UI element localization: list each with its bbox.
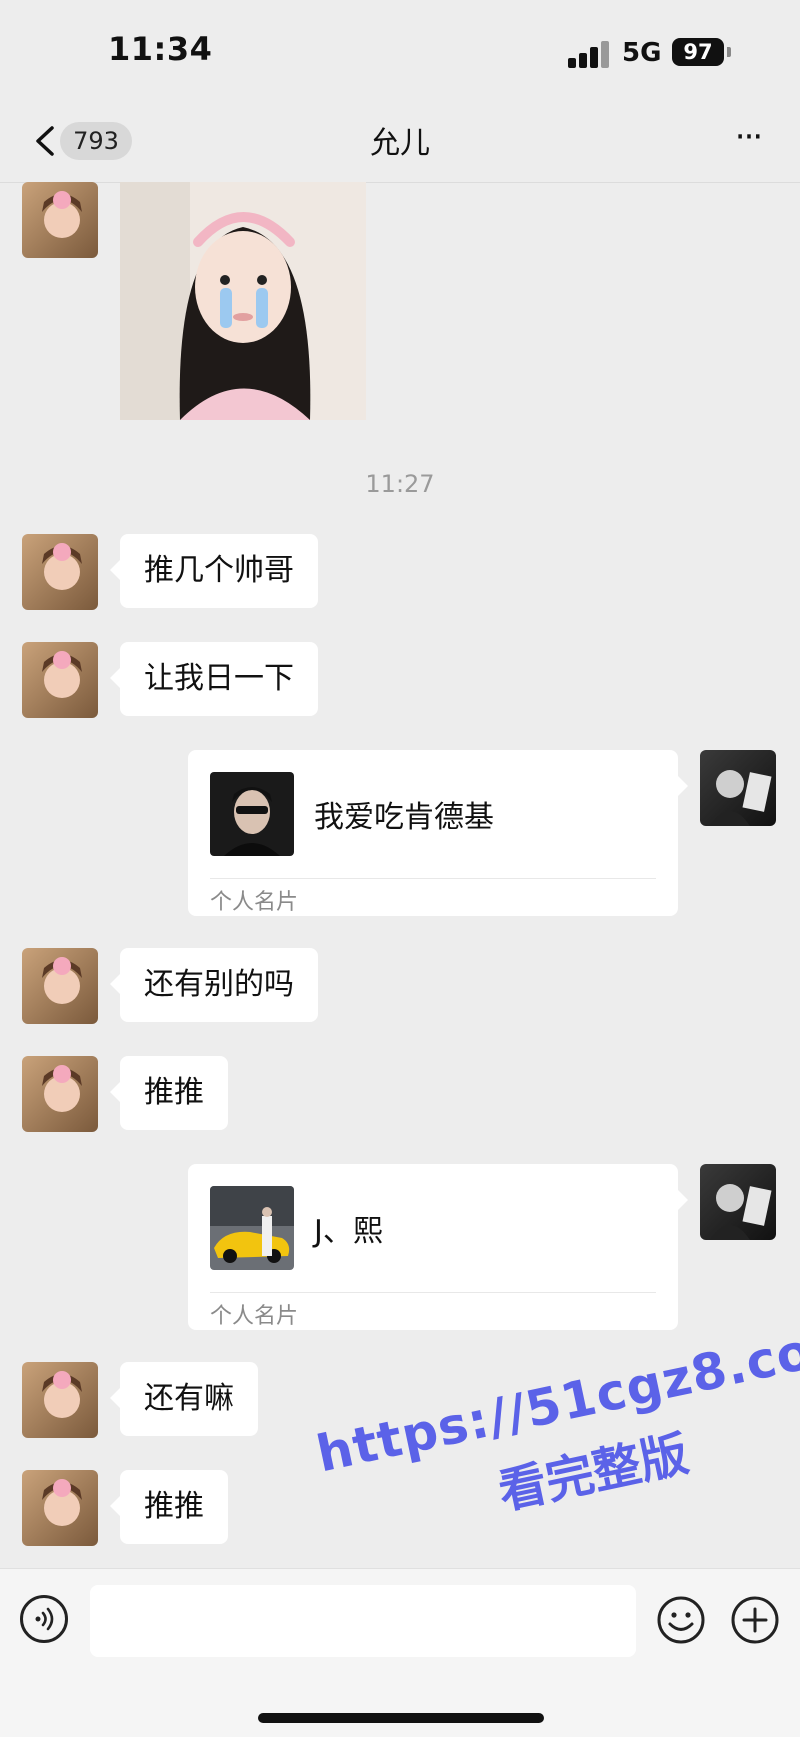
text-message[interactable]: 推几个帅哥: [110, 534, 318, 608]
voice-input-button[interactable]: [20, 1595, 68, 1643]
text-message[interactable]: 推推: [110, 1056, 228, 1130]
contact-avatar[interactable]: [22, 1470, 98, 1546]
contact-avatar[interactable]: [22, 182, 98, 258]
contact-card-message[interactable]: J、熙 个人名片: [188, 1164, 688, 1330]
image-message[interactable]: [120, 182, 366, 420]
emoji-icon: [657, 1596, 705, 1644]
card-contact-name: J、熙: [314, 1214, 383, 1249]
more-actions-button[interactable]: [730, 1595, 780, 1645]
battery-cap: [727, 47, 731, 57]
card-avatar: [210, 772, 294, 856]
watermark-text: 看完整版: [493, 1425, 694, 1521]
input-bar: [0, 1568, 800, 1737]
my-avatar[interactable]: [700, 1164, 776, 1240]
battery-icon: 97: [672, 38, 724, 66]
text-message[interactable]: 推推: [110, 1470, 228, 1544]
my-avatar[interactable]: [700, 750, 776, 826]
watermark-url: https://51cgz8.com: [311, 1310, 800, 1484]
text-message[interactable]: 让我日一下: [110, 642, 318, 716]
contact-avatar[interactable]: [22, 642, 98, 718]
status-time: 11:34: [108, 30, 213, 68]
plus-icon: [731, 1596, 779, 1644]
contact-avatar[interactable]: [22, 1362, 98, 1438]
card-avatar: [210, 1186, 294, 1270]
contact-avatar[interactable]: [22, 534, 98, 610]
chat-header: 793 允儿 ···: [0, 100, 800, 183]
chat-timestamp: 11:27: [365, 470, 435, 498]
more-options-button[interactable]: ···: [724, 120, 772, 158]
card-type-label: 个人名片: [210, 890, 299, 915]
contact-avatar[interactable]: [22, 948, 98, 1024]
message-input[interactable]: [90, 1585, 636, 1657]
contact-card-message[interactable]: 我爱吃肯德基 个人名片: [188, 750, 688, 916]
voice-icon: [35, 1607, 54, 1631]
card-contact-name: 我爱吃肯德基: [314, 800, 494, 835]
network-type: 5G: [622, 38, 662, 68]
text-message[interactable]: 还有别的吗: [110, 948, 318, 1022]
text-message[interactable]: 还有嘛: [110, 1362, 258, 1436]
home-indicator: [258, 1713, 544, 1723]
emoji-button[interactable]: [656, 1595, 706, 1645]
chat-title: 允儿: [370, 126, 430, 161]
card-divider: [210, 1292, 656, 1293]
card-divider: [210, 878, 656, 879]
card-type-label: 个人名片: [210, 1304, 299, 1329]
contact-avatar[interactable]: [22, 1056, 98, 1132]
status-bar: 11:34 5G 97: [0, 0, 800, 100]
signal-icon: [568, 40, 610, 68]
